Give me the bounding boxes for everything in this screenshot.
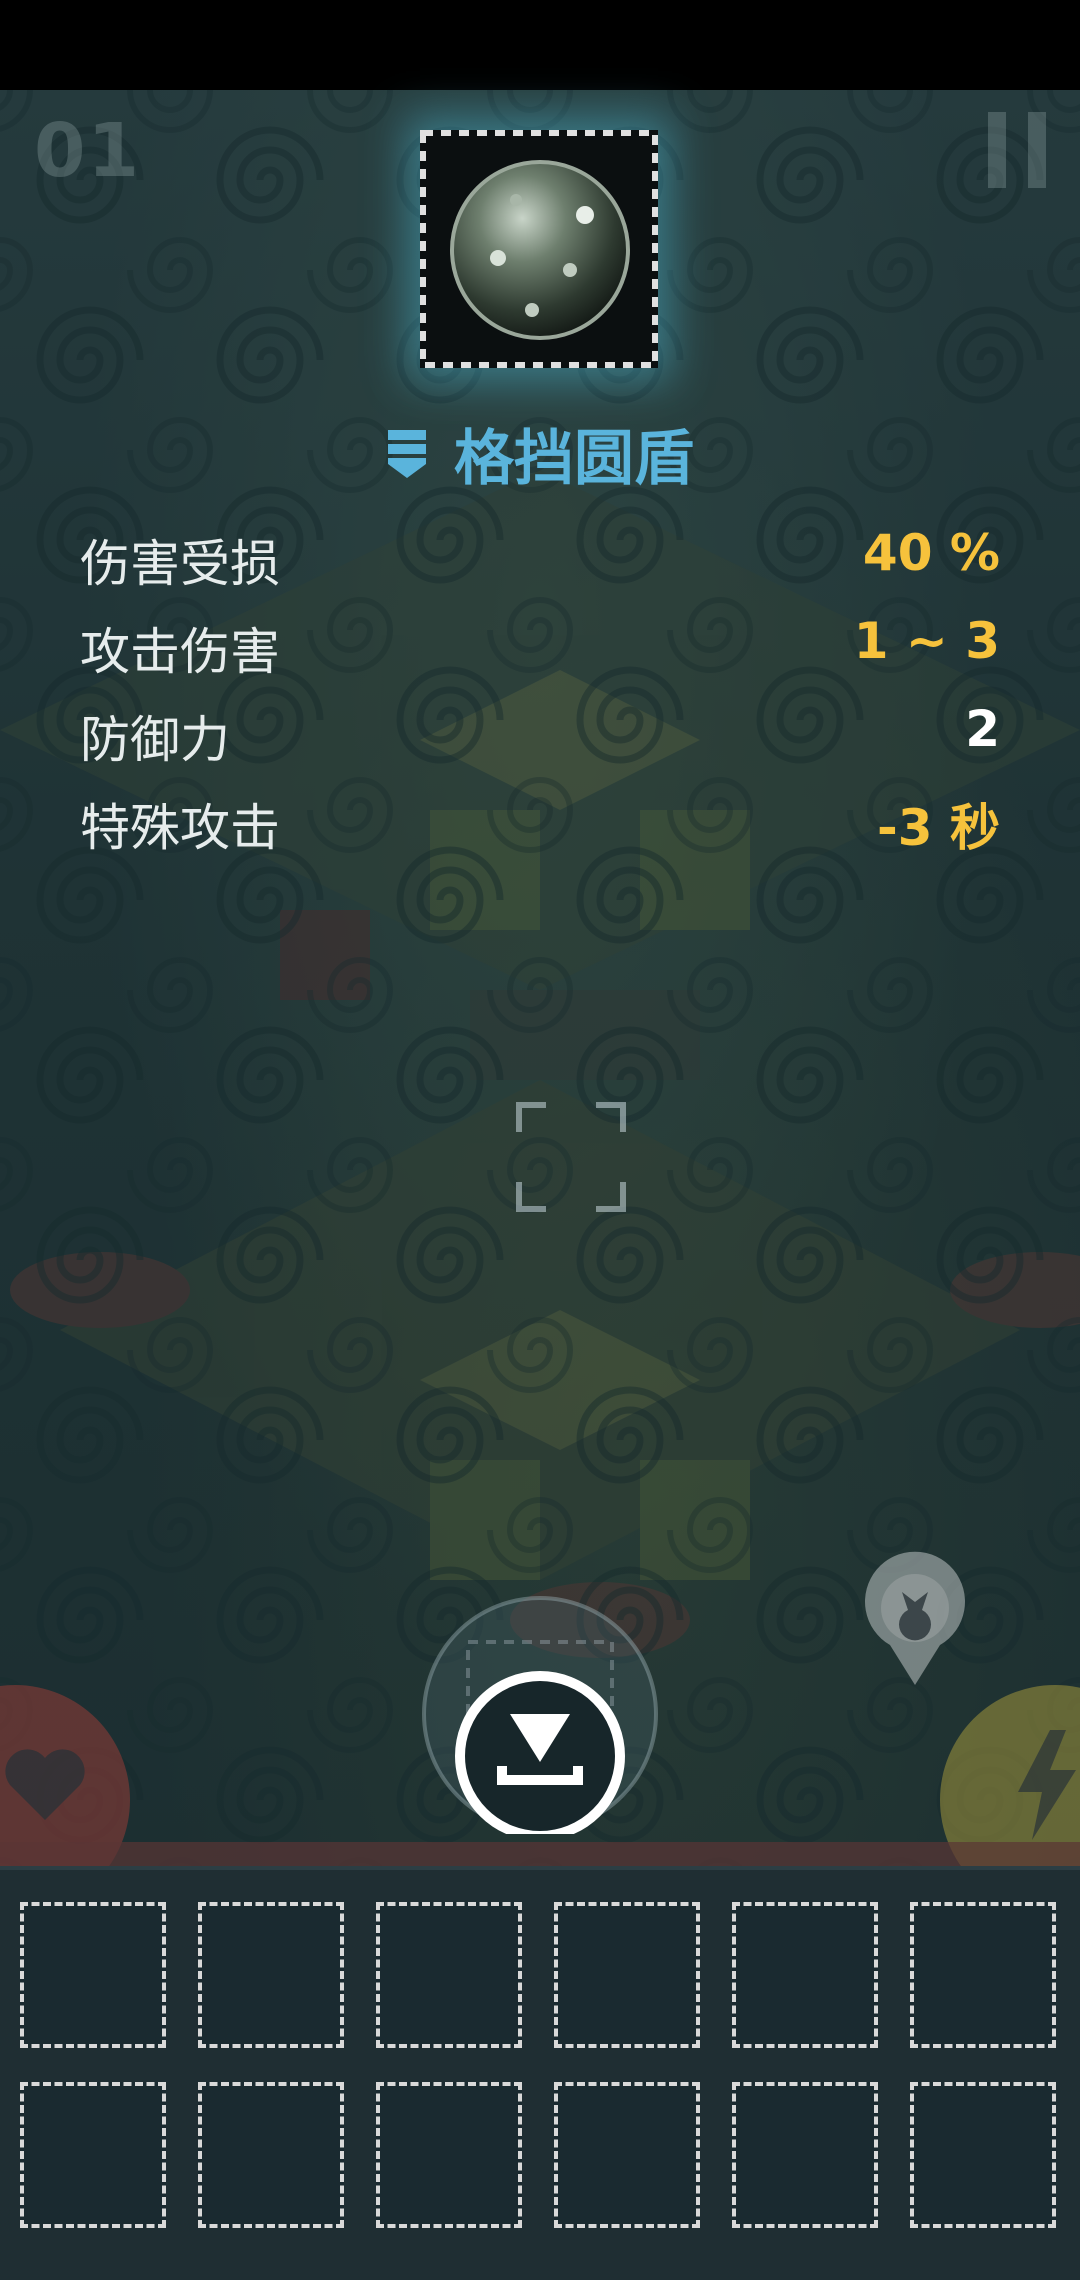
game-screen: 01 格挡圆盾 伤害受损 40 % 攻击伤害 1 ~ 3 防御力 2 特殊攻击 …: [0, 0, 1080, 2280]
loot-bag-icon[interactable]: [860, 1550, 970, 1694]
stat-label: 特殊攻击: [80, 799, 280, 857]
inventory-slot[interactable]: [198, 1902, 344, 2048]
lightning-icon: [1010, 1730, 1080, 1844]
inventory-slot[interactable]: [376, 1902, 522, 2048]
inventory-panel: [0, 1866, 1080, 2280]
pause-icon: [988, 112, 1006, 188]
shield-icon: [386, 428, 428, 480]
heart-icon: [0, 1740, 90, 1834]
inventory-slot[interactable]: [910, 1902, 1056, 2048]
inventory-slot[interactable]: [554, 1902, 700, 2048]
stat-label: 攻击伤害: [80, 623, 280, 681]
target-reticle-icon: [516, 1102, 626, 1212]
inventory-slot[interactable]: [20, 1902, 166, 2048]
wave-counter: 01: [34, 108, 141, 194]
collect-item-button[interactable]: [420, 1594, 660, 1841]
pause-button[interactable]: [988, 112, 1046, 188]
inventory-slot[interactable]: [198, 2082, 344, 2228]
stat-row-attack-damage: 攻击伤害 1 ~ 3: [80, 612, 1000, 692]
stat-row-damage-taken: 伤害受损 40 %: [80, 524, 1000, 604]
inventory-slot[interactable]: [20, 2082, 166, 2228]
block-shield-orb-icon: [420, 130, 658, 368]
item-icon: [420, 130, 658, 368]
stat-row-special-attack: 特殊攻击 -3 秒: [80, 788, 1000, 868]
stat-row-defense: 防御力 2: [80, 700, 1000, 780]
inventory-slot[interactable]: [376, 2082, 522, 2228]
pause-icon: [1028, 112, 1046, 188]
inventory-slot[interactable]: [910, 2082, 1056, 2228]
stat-value: 40 %: [862, 524, 1000, 582]
stat-value: -3 秒: [877, 799, 1000, 857]
stat-value: 1 ~ 3: [853, 612, 1000, 670]
status-bar: [0, 0, 1080, 90]
inventory-slot[interactable]: [732, 2082, 878, 2228]
item-name: 格挡圆盾: [454, 424, 694, 494]
inventory-slot[interactable]: [732, 1902, 878, 2048]
inventory-slot[interactable]: [554, 2082, 700, 2228]
stat-label: 防御力: [80, 711, 230, 769]
stat-value: 2: [965, 700, 1000, 758]
item-title: 格挡圆盾: [0, 410, 1080, 500]
stat-label: 伤害受损: [80, 535, 280, 593]
